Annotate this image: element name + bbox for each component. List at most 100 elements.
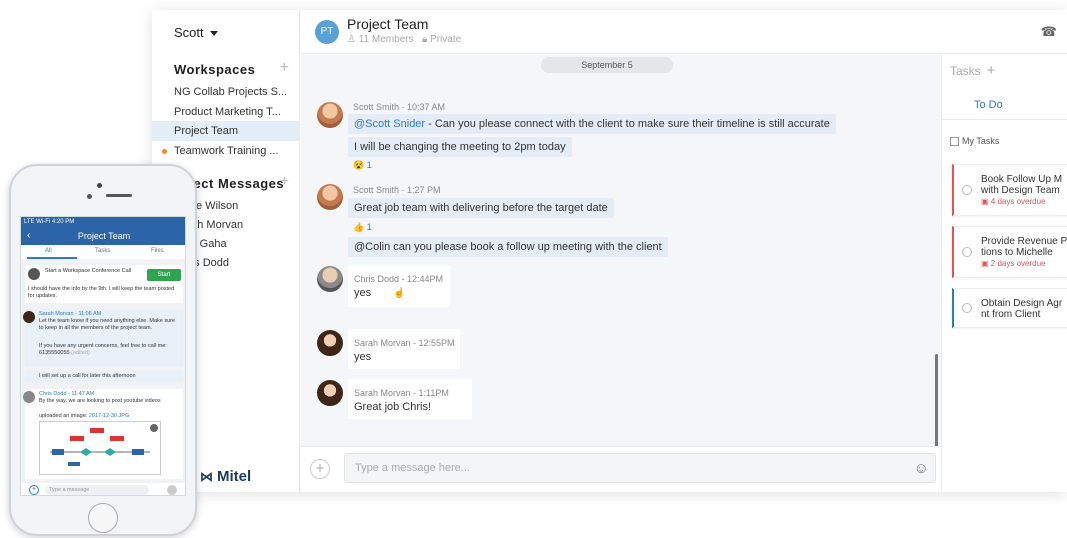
message-author-time: Scott Smith · 1:27 PM: [353, 185, 441, 195]
task-card[interactable]: Provide Revenue P tions to Michelle ▣ 2 …: [952, 226, 1067, 278]
upload-link[interactable]: 2017-12-30.JPG: [89, 413, 129, 419]
workspace-item-active[interactable]: Project Team: [152, 121, 300, 141]
members-icon: ♙: [347, 34, 356, 45]
phone-message-author: Sarah Morvan · 11:06 AM: [39, 311, 102, 317]
user-menu[interactable]: Scott: [174, 25, 218, 40]
task-card[interactable]: Book Follow Up M with Design Team ▣ 4 da…: [952, 164, 1067, 216]
workspace-label: Teamwork Training ...: [174, 145, 279, 157]
add-direct-message-button[interactable]: +: [280, 173, 289, 191]
upload-note: uploaded an image: 2017-12-30.JPG: [39, 413, 129, 420]
mention-link[interactable]: @Scott Snider: [354, 118, 425, 130]
phone-tab-tasks[interactable]: Tasks: [95, 248, 110, 254]
message-time: 11:47 AM: [71, 391, 95, 397]
conference-call-icon[interactable]: ☎: [1041, 24, 1057, 40]
attach-button[interactable]: +: [310, 459, 330, 479]
cursor-hand-icon: ☝: [393, 288, 406, 299]
message-text: yes: [354, 287, 372, 299]
phone-tab-all[interactable]: All: [45, 248, 52, 254]
task-title: tions to Michelle: [981, 247, 1053, 258]
start-call-button[interactable]: Start: [147, 269, 181, 281]
add-task-button[interactable]: +: [987, 62, 996, 79]
workspace-item[interactable]: Product Marketing T...: [152, 102, 300, 122]
task-complete-radio[interactable]: [962, 303, 972, 313]
chat-stream: September 5 Scott Smith · 10:37 AM @Scot…: [301, 54, 941, 446]
avatar[interactable]: [317, 330, 343, 356]
edited-tag: (edited): [71, 350, 90, 356]
reaction-badge[interactable]: 👍 1: [353, 222, 372, 233]
my-tasks-label: My Tasks: [962, 136, 1000, 146]
tasks-title: Tasks: [950, 64, 981, 78]
checkbox-icon[interactable]: [950, 137, 959, 147]
phone-attach-button[interactable]: +: [29, 485, 39, 495]
message-bubble: Great job team with delivering before th…: [348, 198, 614, 218]
message-bubble: @Colin can you please book a follow up m…: [348, 237, 668, 257]
avatar[interactable]: [317, 380, 343, 406]
call-card-text: I should have the info by the 9th. I wil…: [28, 286, 175, 299]
phone-composer: + Type a message: [21, 483, 185, 495]
avatar: [23, 311, 35, 323]
privacy-label: Private: [430, 34, 462, 45]
task-title: Provide Revenue P: [981, 236, 1067, 247]
lock-icon: 🔒︎: [421, 34, 428, 45]
chat-scrollbar[interactable]: [935, 354, 938, 446]
workspace-label: NG Collab Projects S...: [174, 86, 288, 98]
workspace-item[interactable]: NG Collab Projects S...: [152, 82, 300, 102]
upload-text: uploaded an image:: [39, 413, 88, 419]
team-avatar: PT: [315, 20, 339, 44]
task-due-text: 2 days overdue: [990, 259, 1046, 268]
task-title: Book Follow Up M: [981, 174, 1063, 185]
add-workspace-button[interactable]: +: [280, 59, 289, 77]
task-complete-radio[interactable]: [962, 247, 972, 257]
brand-name: Mitel: [217, 468, 252, 485]
workspace-label: Project Team: [174, 125, 238, 137]
mitel-logo: ⋈ Mitel: [200, 468, 251, 485]
avatar[interactable]: [317, 102, 343, 128]
mitel-logo-icon: ⋈: [200, 469, 213, 484]
workspace-item[interactable]: Teamwork Training ...: [152, 141, 300, 161]
team-meta: ♙ 11 Members 🔒︎ Private: [347, 34, 461, 45]
task-title: with Design Team: [981, 185, 1060, 196]
message-bubble: I will be changing the meeting to 2pm to…: [348, 137, 572, 157]
phone-send-icon[interactable]: [167, 485, 177, 495]
uploaded-image[interactable]: [39, 421, 161, 475]
phone-message-text: I will set up a call for later this afte…: [39, 373, 136, 379]
emoji-icon[interactable]: ☺: [914, 460, 929, 477]
author-name: Sarah Morvan: [39, 311, 74, 317]
workspaces-header: Workspaces: [174, 62, 256, 77]
phone-message-input[interactable]: Type a message: [45, 485, 149, 495]
phone-message-author: Chris Dodd · 11:47 AM: [39, 391, 95, 397]
phone-nav-bar: ‹ Project Team: [21, 227, 185, 245]
unread-dot-icon: [162, 149, 167, 154]
phone-speaker: [106, 194, 132, 197]
members-count[interactable]: 11 Members: [359, 34, 414, 45]
phone-nav-title: Project Team: [77, 231, 131, 241]
task-complete-radio[interactable]: [962, 185, 972, 195]
avatar: [23, 391, 35, 403]
user-name: Scott: [174, 25, 204, 40]
team-title: Project Team: [347, 16, 429, 32]
phone-tab-files[interactable]: Files: [151, 248, 164, 254]
expand-icon[interactable]: [150, 424, 158, 432]
message-author-time: Scott Smith · 10:37 AM: [353, 102, 446, 112]
tab-to-do[interactable]: To Do: [942, 90, 1067, 120]
message-time: 11:06 AM: [78, 311, 102, 317]
message-bubble: Sarah Morvan - 1:11PM Great job Chris!: [348, 379, 472, 419]
message-text: Great job Chris!: [354, 401, 432, 413]
caret-down-icon: [209, 31, 218, 37]
phone-message-text: By the way, we are looking to post youtu…: [39, 398, 161, 404]
phone-home-button[interactable]: [88, 503, 118, 533]
task-title: Obtain Design Agr: [981, 298, 1063, 309]
conference-icon: [28, 268, 40, 280]
message-text: @Colin can you please book a follow up m…: [354, 241, 662, 253]
avatar[interactable]: [317, 266, 343, 292]
task-card[interactable]: Obtain Design Agr nt from Client: [952, 288, 1067, 328]
workspace-label: Product Marketing T...: [174, 106, 281, 118]
reaction-badge[interactable]: 😵 1: [353, 160, 372, 171]
my-tasks-filter[interactable]: My Tasks: [950, 136, 1000, 147]
phone-camera: [97, 183, 102, 188]
avatar[interactable]: [317, 184, 343, 210]
back-icon[interactable]: ‹: [27, 227, 30, 245]
message-input[interactable]: [344, 453, 936, 483]
phone-message-text: If you have any urgent concerns, feel fr…: [39, 343, 179, 357]
calendar-icon: ▣: [981, 259, 989, 268]
